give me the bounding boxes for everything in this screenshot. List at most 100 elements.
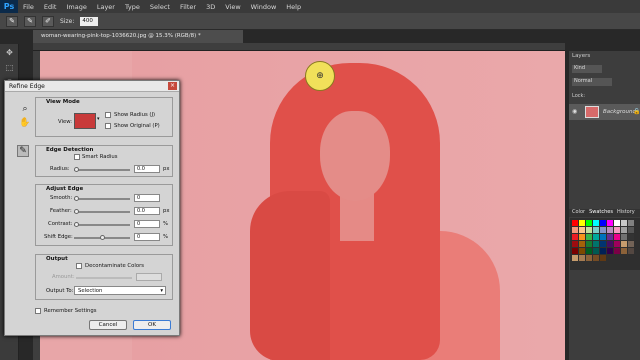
show-radius-label: Show Radius (J) [114, 112, 156, 118]
radius-label: Radius: [50, 166, 70, 172]
options-bar: ✎ ✎ ✐ Size: 400 [0, 13, 640, 30]
feather-label: Feather: [50, 208, 72, 214]
swatch-cells[interactable] [570, 218, 640, 270]
menu-file[interactable]: File [18, 3, 39, 11]
contrast-input[interactable]: 0 [134, 220, 160, 228]
adjust-edge-group: Adjust Edge Smooth: 0 Feather: 0.0 px Co… [35, 184, 173, 246]
layer-row[interactable]: ◉ Background 🔒 [569, 104, 640, 120]
brush-tool-icon[interactable]: ✎ [6, 15, 18, 27]
dialog-title: Refine Edge [9, 83, 45, 90]
layer-thumbnail [585, 106, 599, 118]
lock-label: Lock: [572, 93, 586, 99]
menu-image[interactable]: Image [61, 3, 91, 11]
hand-tool-icon[interactable]: ✋ [19, 117, 31, 129]
shift-edge-slider[interactable] [74, 235, 130, 240]
move-tool-icon[interactable]: ✥ [2, 46, 17, 59]
brush-cursor-icon: ⊕ [305, 61, 335, 91]
radius-slider-handle[interactable] [74, 167, 79, 172]
radius-input[interactable]: 0.0 [134, 165, 160, 173]
menu-edit[interactable]: Edit [39, 3, 62, 11]
app-logo: Ps [0, 0, 18, 13]
adjust-edge-label: Adjust Edge [46, 186, 84, 192]
shift-edge-slider-handle[interactable] [100, 235, 105, 240]
feather-input[interactable]: 0.0 [134, 207, 160, 215]
remember-settings-checkbox[interactable] [35, 308, 41, 314]
show-original-checkbox[interactable] [105, 123, 111, 129]
amount-label: Amount: [52, 274, 75, 280]
output-label: Output [46, 256, 68, 262]
view-mode-dropdown[interactable] [74, 113, 96, 129]
contrast-unit: % [163, 221, 169, 227]
zoom-tool-icon[interactable]: ⌕ [19, 103, 31, 115]
output-to-select[interactable]: Selection ▾ [74, 286, 166, 295]
contrast-label: Contrast: [48, 221, 73, 227]
radius-unit: px [163, 166, 170, 172]
menu-bar: Ps File Edit Image Layer Type Select Fil… [0, 0, 640, 13]
decontaminate-label: Decontaminate Colors [85, 263, 145, 269]
menu-view[interactable]: View [220, 3, 245, 11]
refine-radius-tool-icon[interactable]: ✎ [17, 145, 29, 157]
hair-overlay-lower [250, 191, 330, 360]
smart-radius-checkbox[interactable] [74, 154, 80, 160]
show-original-label: Show Original (P) [114, 123, 160, 129]
cancel-button[interactable]: Cancel [89, 320, 127, 330]
tab-color[interactable]: Color [572, 209, 585, 217]
lock-icon: 🔒 [633, 108, 640, 115]
ok-button[interactable]: OK [133, 320, 171, 330]
output-to-label: Output To: [46, 288, 74, 294]
shift-edge-input[interactable]: 0 [134, 233, 160, 241]
dialog-titlebar: Refine Edge × [5, 81, 179, 92]
output-to-value: Selection [78, 288, 103, 294]
smart-radius-label: Smart Radius [82, 154, 118, 160]
view-label: View: [58, 119, 73, 125]
menu-help[interactable]: Help [281, 3, 306, 11]
ruler-horizontal [33, 43, 565, 51]
smooth-label: Smooth: [50, 195, 73, 201]
tab-history[interactable]: History [617, 209, 635, 217]
eye-icon[interactable]: ◉ [572, 108, 577, 115]
view-mode-label: View Mode [46, 99, 80, 105]
menu-3d[interactable]: 3D [201, 3, 220, 11]
tab-swatches[interactable]: Swatches [589, 209, 613, 217]
photo-face [320, 111, 390, 201]
contrast-slider[interactable] [74, 222, 130, 227]
chevron-down-icon: ▾ [160, 288, 163, 294]
blend-mode-select[interactable]: Normal [572, 78, 612, 86]
close-icon[interactable]: × [168, 82, 177, 90]
refine-edge-dialog: Refine Edge × ⌕ ✋ ✎ View Mode View: ▾ Sh… [4, 80, 180, 336]
document-tab[interactable]: woman-wearing-pink-top-1036620.jpg @ 15.… [33, 30, 243, 43]
layer-filter-kind[interactable]: Kind [572, 65, 602, 73]
layer-name: Background [603, 109, 636, 115]
feather-unit: px [163, 208, 170, 214]
shift-edge-unit: % [163, 234, 169, 240]
show-radius-checkbox[interactable] [105, 112, 111, 118]
color-panel-tabs: Color Swatches History [569, 209, 640, 217]
size-input[interactable]: 400 [80, 16, 99, 26]
feather-slider[interactable] [74, 209, 130, 214]
erase-refinement-icon[interactable]: ✐ [42, 15, 54, 27]
smooth-input[interactable]: 0 [134, 194, 160, 202]
edge-detection-label: Edge Detection [46, 147, 94, 153]
radius-slider[interactable] [74, 167, 130, 172]
smooth-slider-handle[interactable] [74, 196, 79, 201]
layers-tab[interactable]: Layers [572, 53, 590, 59]
menu-type[interactable]: Type [120, 3, 145, 11]
contrast-slider-handle[interactable] [74, 222, 79, 227]
layers-panel: Layers Kind Normal Lock: ◉ Background 🔒 … [569, 51, 640, 360]
smooth-slider[interactable] [74, 196, 130, 201]
amount-input [136, 273, 162, 281]
shift-edge-label: Shift Edge: [44, 234, 73, 240]
feather-slider-handle[interactable] [74, 209, 79, 214]
marquee-tool-icon[interactable]: ⬚ [2, 61, 17, 74]
menu-layer[interactable]: Layer [92, 3, 120, 11]
swatches-grid[interactable] [570, 218, 640, 270]
menu-select[interactable]: Select [145, 3, 175, 11]
decontaminate-checkbox[interactable] [76, 263, 82, 269]
edge-detection-group: Edge Detection Smart Radius Radius: 0.0 … [35, 145, 173, 177]
amount-slider [76, 277, 132, 279]
output-group: Output Decontaminate Colors Amount: Outp… [35, 254, 173, 300]
menu-window[interactable]: Window [246, 3, 282, 11]
brush-preset-icon[interactable]: ✎ [24, 15, 36, 27]
menu-filter[interactable]: Filter [175, 3, 201, 11]
remember-settings-label: Remember Settings [44, 308, 97, 314]
